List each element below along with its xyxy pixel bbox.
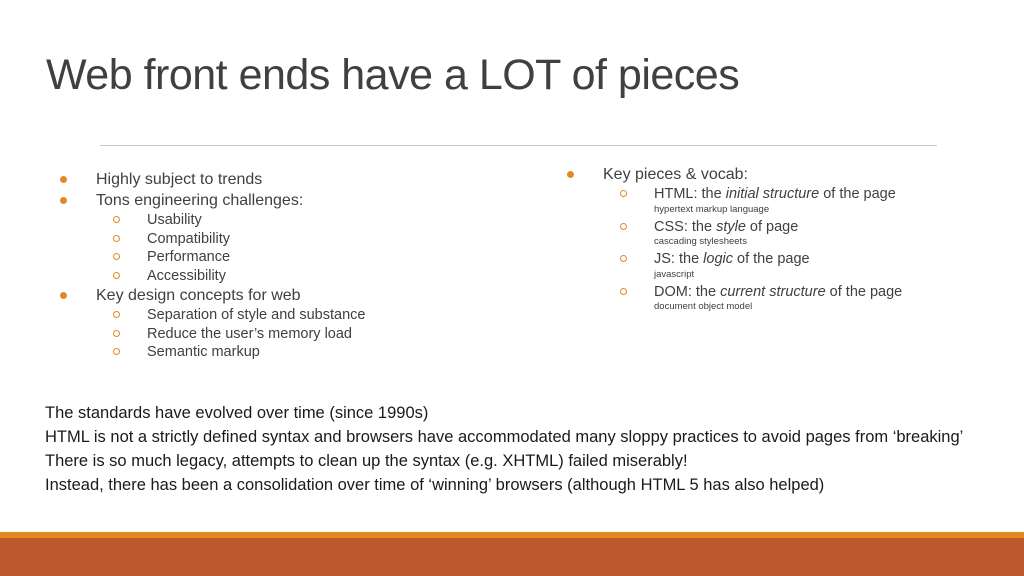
vocab-note: hypertext markup language <box>654 203 770 215</box>
bullet-dot-icon <box>60 292 67 299</box>
vocab-prefix: DOM: the <box>654 283 721 300</box>
sub-list-item-text: Performance <box>147 249 231 265</box>
bullet-ring-icon <box>113 329 120 337</box>
list-item-text: Tons engineering challenges: <box>96 192 304 209</box>
vocab-item-css: CSS: the style of page <box>565 218 902 237</box>
list-item: Highly subject to trends <box>58 169 365 190</box>
vocab-prefix: HTML: the <box>654 186 726 202</box>
sub-list-item-text: Compatibility <box>147 230 230 247</box>
bullet-ring-icon <box>620 190 627 197</box>
vocab-suffix: of the page <box>819 186 896 202</box>
right-bullet-list: Key pieces & vocab: HTML: the initial st… <box>565 164 902 315</box>
list-item: Key design concepts for web <box>58 285 365 306</box>
bullet-ring-icon <box>113 271 120 279</box>
body-paragraph: The standards have evolved over time (si… <box>45 404 429 422</box>
bullet-ring-icon <box>113 253 120 260</box>
sub-list-item: Semantic markup <box>58 343 365 362</box>
body-paragraph: There is so much legacy, attempts to cle… <box>45 452 688 470</box>
vocab-prefix: JS: the <box>654 251 704 267</box>
sub-list-item: Reduce the user’s memory load <box>58 325 365 344</box>
left-bullet-list: Highly subject to trends Tons engineerin… <box>58 169 365 362</box>
vocab-prefix: CSS: the <box>654 218 717 235</box>
vocab-item-html: HTML: the initial structure of the page <box>565 185 902 204</box>
bullet-ring-icon <box>113 311 120 318</box>
list-item-text: Highly subject to trends <box>96 171 263 188</box>
list-item: Key pieces & vocab: <box>565 164 902 185</box>
bullet-ring-icon <box>113 216 120 223</box>
list-item: Tons engineering challenges: <box>58 190 365 211</box>
vocab-note: javascript <box>654 268 695 280</box>
sub-list-item: Compatibility <box>58 230 365 249</box>
sub-list-item-text: Reduce the user’s memory load <box>147 325 352 342</box>
vocab-suffix: of page <box>745 218 799 235</box>
body-text: The standards have evolved over time (si… <box>45 401 1005 497</box>
vocab-suffix: of the page <box>825 283 903 300</box>
vocab-suffix: of the page <box>733 251 810 267</box>
vocab-note: document object model <box>654 301 753 312</box>
footer-bar <box>0 538 1024 576</box>
bullet-dot-icon <box>567 171 574 178</box>
vocab-note: cascading stylesheets <box>654 236 747 247</box>
bullet-ring-icon <box>113 234 120 242</box>
bullet-ring-icon <box>620 255 627 262</box>
body-paragraph: HTML is not a strictly defined syntax an… <box>45 428 964 446</box>
vocab-emphasis: style <box>716 218 746 235</box>
vocab-emphasis: logic <box>703 251 733 267</box>
vocab-emphasis: current structure <box>720 283 826 300</box>
sub-list-item-text: Accessibility <box>147 267 226 284</box>
sub-list-item-text: Usability <box>147 212 202 228</box>
body-paragraph: Instead, there has been a consolidation … <box>45 476 825 494</box>
sub-list-item: Accessibility <box>58 267 365 286</box>
vocab-item-js: JS: the logic of the page <box>565 250 902 269</box>
vocab-item-dom: DOM: the current structure of the page <box>565 283 902 302</box>
list-item-text: Key design concepts for web <box>96 287 301 304</box>
list-item-text: Key pieces & vocab: <box>603 166 748 183</box>
bullet-ring-icon <box>620 287 627 295</box>
sub-list-item: Performance <box>58 248 365 267</box>
sub-list-item-text: Semantic markup <box>147 344 260 360</box>
sub-list-item-text: Separation of style and substance <box>147 307 366 323</box>
bullet-ring-icon <box>620 222 627 230</box>
bullet-ring-icon <box>113 348 120 355</box>
sub-list-item: Separation of style and substance <box>58 306 365 325</box>
vocab-emphasis: initial structure <box>725 186 820 202</box>
bullet-dot-icon <box>60 197 67 204</box>
bullet-dot-icon <box>60 176 67 183</box>
sub-list-item: Usability <box>58 211 365 230</box>
slide-title: Web front ends have a LOT of pieces <box>46 51 740 99</box>
title-divider <box>100 145 937 146</box>
